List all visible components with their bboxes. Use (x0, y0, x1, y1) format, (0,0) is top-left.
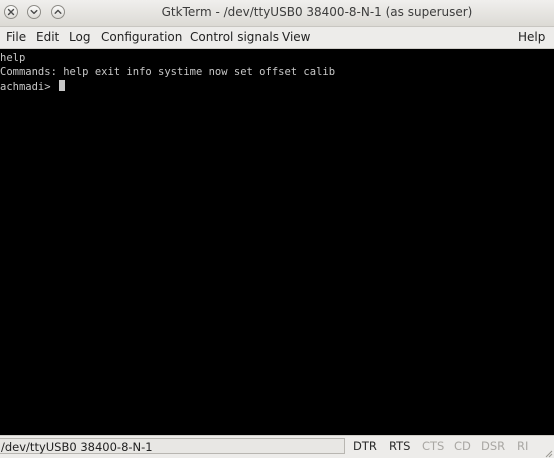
window-title: GtkTerm - /dev/ttyUSB0 38400-8-N-1 (as s… (161, 5, 473, 19)
signal-ri: RI (517, 439, 529, 453)
terminal-line: Commands: help exit info systime now set… (0, 66, 336, 78)
terminal-prompt: achmadi> (0, 81, 57, 93)
port-status: /dev/ttyUSB0 38400-8-N-1 (0, 438, 345, 454)
menu-help[interactable]: Help (518, 30, 545, 44)
chevron-down-icon (30, 9, 38, 15)
menu-file[interactable]: File (6, 30, 26, 44)
menu-control-signals[interactable]: Control signals (190, 30, 279, 44)
terminal-prompt-line: achmadi> (0, 80, 65, 95)
resize-grip-icon[interactable] (543, 448, 553, 458)
signal-cd: CD (454, 439, 471, 453)
minimize-window-button[interactable] (27, 5, 41, 19)
terminal-output[interactable]: help Commands: help exit info systime no… (0, 49, 554, 435)
menu-log[interactable]: Log (69, 30, 90, 44)
terminal-line: help (0, 52, 26, 64)
menu-bar: File Edit Log Configuration Control sign… (0, 27, 554, 49)
signal-rts: RTS (389, 439, 411, 453)
title-bar[interactable]: GtkTerm - /dev/ttyUSB0 38400-8-N-1 (as s… (0, 0, 554, 27)
menu-edit[interactable]: Edit (36, 30, 59, 44)
menu-view[interactable]: View (282, 30, 310, 44)
close-window-button[interactable] (4, 5, 18, 19)
maximize-window-button[interactable] (51, 5, 65, 19)
menu-configuration[interactable]: Configuration (101, 30, 182, 44)
gtkterm-window: GtkTerm - /dev/ttyUSB0 38400-8-N-1 (as s… (0, 0, 554, 458)
signal-cts: CTS (422, 439, 445, 453)
signal-dtr: DTR (353, 439, 377, 453)
chevron-up-icon (54, 9, 62, 14)
text-cursor (58, 80, 65, 91)
close-icon (7, 8, 15, 16)
status-bar: /dev/ttyUSB0 38400-8-N-1 DTR RTS CTS CD … (0, 435, 554, 458)
signal-dsr: DSR (481, 439, 506, 453)
